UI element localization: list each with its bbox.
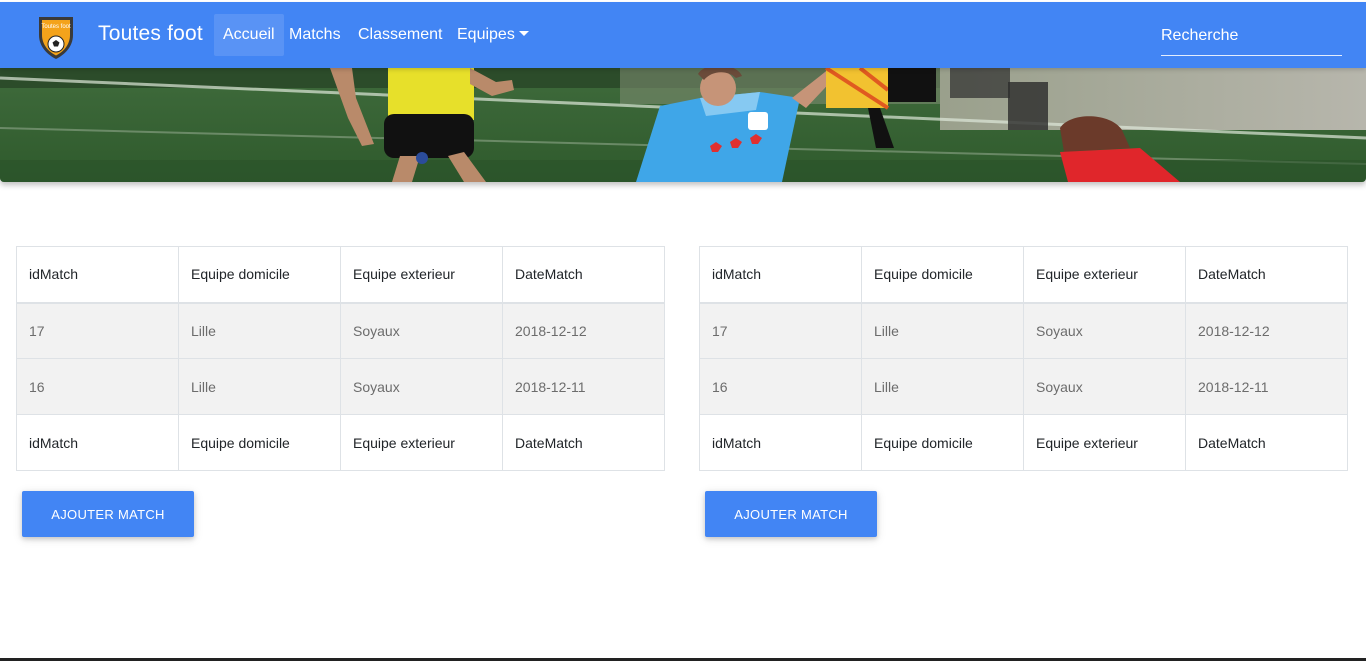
logo-text: Toutes foot [41, 24, 71, 30]
search-field [1161, 22, 1342, 56]
cell-date-match: 2018-12-11 [502, 358, 665, 415]
cell-equipe-exterieur: Soyaux [340, 358, 503, 415]
table-row: 16 Lille Soyaux 2018-12-11 [16, 358, 665, 415]
header-cell: Equipe exterieur [340, 246, 503, 303]
matches-table-left: idMatch Equipe domicile Equipe exterieur… [16, 246, 665, 471]
table-row: 16 Lille Soyaux 2018-12-11 [699, 358, 1348, 415]
cell-idmatch: 17 [16, 302, 179, 359]
cell-idmatch: 16 [16, 358, 179, 415]
nav-matchs[interactable]: Matchs [280, 14, 350, 56]
footer-cell: DateMatch [1185, 414, 1348, 471]
header-cell: idMatch [699, 246, 862, 303]
nav-classement[interactable]: Classement [349, 14, 451, 56]
cell-idmatch: 17 [699, 302, 862, 359]
cell-equipe-exterieur: Soyaux [1023, 302, 1186, 359]
matches-table-right: idMatch Equipe domicile Equipe exterieur… [699, 246, 1348, 471]
header-cell: Equipe domicile [178, 246, 341, 303]
table-footer-row: idMatch Equipe domicile Equipe exterieur… [16, 414, 665, 471]
header-cell: Equipe domicile [861, 246, 1024, 303]
nav-equipes-label: Equipes [457, 26, 515, 43]
add-match-button[interactable]: AJOUTER MATCH [22, 491, 194, 537]
cell-equipe-domicile: Lille [178, 358, 341, 415]
header-cell: idMatch [16, 246, 179, 303]
top-navbar: Toutes foot Toutes foot Accueil Matchs C… [0, 2, 1366, 68]
footer-cell: Equipe domicile [861, 414, 1024, 471]
table-row: 17 Lille Soyaux 2018-12-12 [699, 302, 1348, 359]
football-match-photo [0, 68, 1366, 182]
cell-equipe-domicile: Lille [178, 302, 341, 359]
nav-accueil[interactable]: Accueil [214, 14, 284, 56]
header-cell: Equipe exterieur [1023, 246, 1186, 303]
header-cell: DateMatch [502, 246, 665, 303]
cell-date-match: 2018-12-12 [1185, 302, 1348, 359]
footer-cell: idMatch [16, 414, 179, 471]
cell-equipe-domicile: Lille [861, 302, 1024, 359]
footer-cell: Equipe domicile [178, 414, 341, 471]
header-cell: DateMatch [1185, 246, 1348, 303]
add-match-button[interactable]: AJOUTER MATCH [705, 491, 877, 537]
footer-cell: DateMatch [502, 414, 665, 471]
cell-equipe-exterieur: Soyaux [340, 302, 503, 359]
table-row: 17 Lille Soyaux 2018-12-12 [16, 302, 665, 359]
search-input[interactable] [1161, 22, 1342, 50]
cell-equipe-exterieur: Soyaux [1023, 358, 1186, 415]
shield-logo-icon[interactable]: Toutes foot [35, 13, 77, 61]
cell-date-match: 2018-12-11 [1185, 358, 1348, 415]
footer-cell: Equipe exterieur [340, 414, 503, 471]
hero-banner-image [0, 68, 1366, 182]
cell-date-match: 2018-12-12 [502, 302, 665, 359]
footer-cell: Equipe exterieur [1023, 414, 1186, 471]
brand-title[interactable]: Toutes foot [98, 22, 203, 46]
cell-equipe-domicile: Lille [861, 358, 1024, 415]
cell-idmatch: 16 [699, 358, 862, 415]
nav-equipes-dropdown[interactable]: Equipes [448, 14, 538, 56]
footer-cell: idMatch [699, 414, 862, 471]
table-header-row: idMatch Equipe domicile Equipe exterieur… [16, 246, 665, 303]
table-header-row: idMatch Equipe domicile Equipe exterieur… [699, 246, 1348, 303]
table-footer-row: idMatch Equipe domicile Equipe exterieur… [699, 414, 1348, 471]
caret-down-icon [518, 31, 529, 36]
